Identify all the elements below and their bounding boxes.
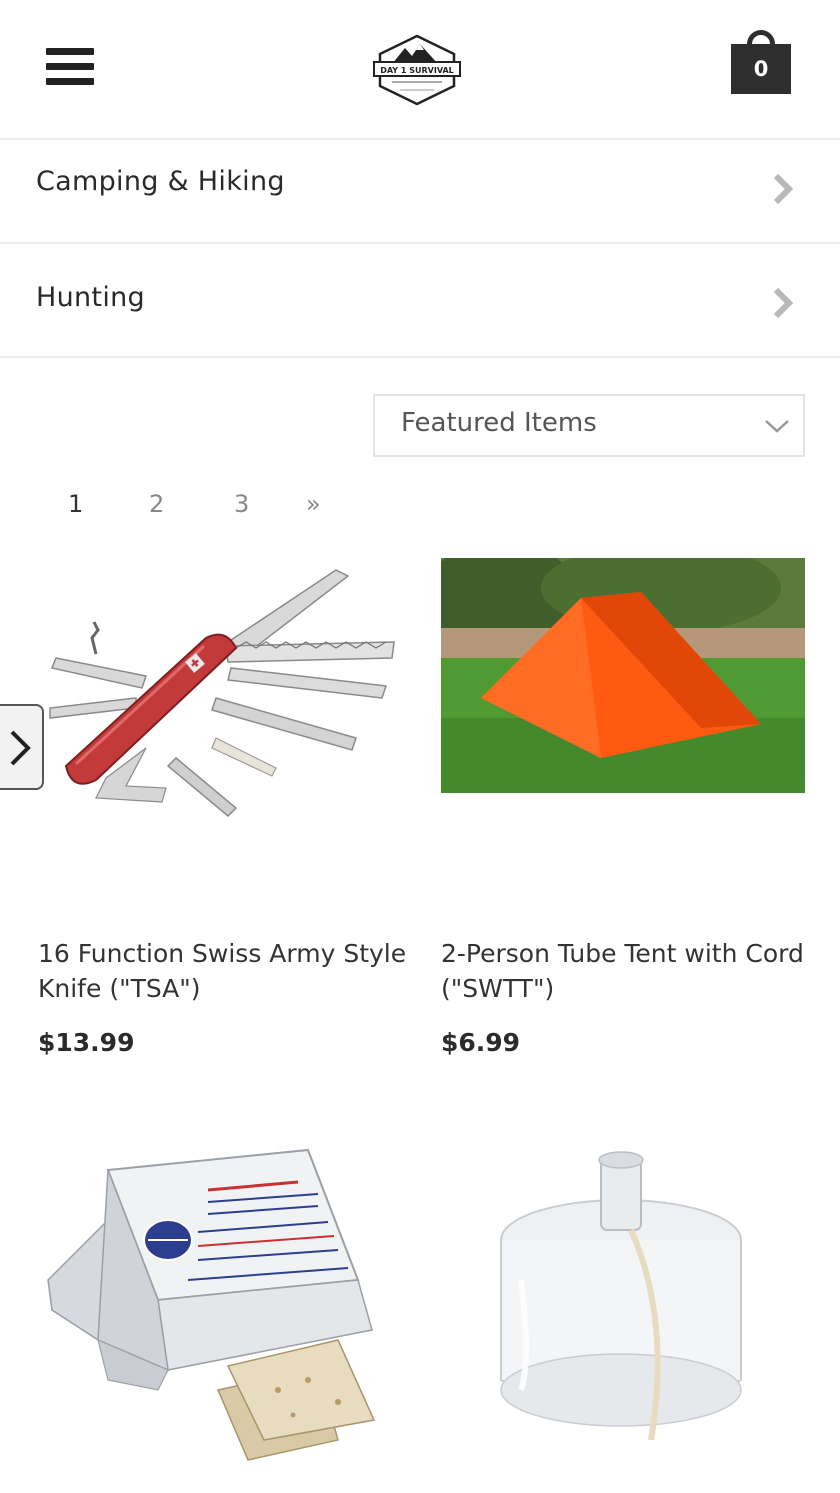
- sort-select[interactable]: Featured Items: [373, 394, 805, 457]
- product-image-oil-candle[interactable]: [441, 1140, 805, 1485]
- product-price: $6.99: [441, 1028, 521, 1057]
- chevron-down-icon: [765, 420, 789, 433]
- category-camping-hiking[interactable]: Camping & Hiking: [0, 142, 840, 244]
- svg-text:DAY 1 SURVIVAL: DAY 1 SURVIVAL: [380, 66, 454, 75]
- page-link-2[interactable]: 2: [149, 490, 164, 518]
- hamburger-menu-icon[interactable]: [46, 48, 96, 90]
- product-image-emergency-food[interactable]: [38, 1140, 404, 1485]
- product-title[interactable]: 2-Person Tube Tent with Cord ("SWTT"): [441, 936, 811, 1006]
- product-image-tent[interactable]: [441, 558, 805, 793]
- carousel-toggle-tab[interactable]: [0, 704, 44, 790]
- sort-selected-value: Featured Items: [401, 408, 597, 438]
- chevron-right-icon: [773, 173, 794, 205]
- shopping-cart-button[interactable]: 0: [731, 30, 791, 94]
- category-label: Hunting: [36, 282, 145, 313]
- product-title[interactable]: 16 Function Swiss Army Style Knife ("TSA…: [38, 936, 408, 1006]
- site-header: DAY 1 SURVIVAL 0: [0, 0, 840, 140]
- next-page-link[interactable]: »: [306, 490, 321, 518]
- page-link-1[interactable]: 1: [68, 490, 83, 518]
- chevron-right-icon: [773, 287, 794, 319]
- cart-count-badge: 0: [731, 44, 791, 94]
- product-price: $13.99: [38, 1028, 135, 1057]
- product-image-knife[interactable]: [36, 558, 404, 828]
- category-label: Camping & Hiking: [36, 166, 285, 197]
- store-logo[interactable]: DAY 1 SURVIVAL: [372, 34, 462, 106]
- chevron-right-icon: [10, 730, 31, 766]
- category-hunting[interactable]: Hunting: [0, 244, 840, 358]
- page-link-3[interactable]: 3: [234, 490, 249, 518]
